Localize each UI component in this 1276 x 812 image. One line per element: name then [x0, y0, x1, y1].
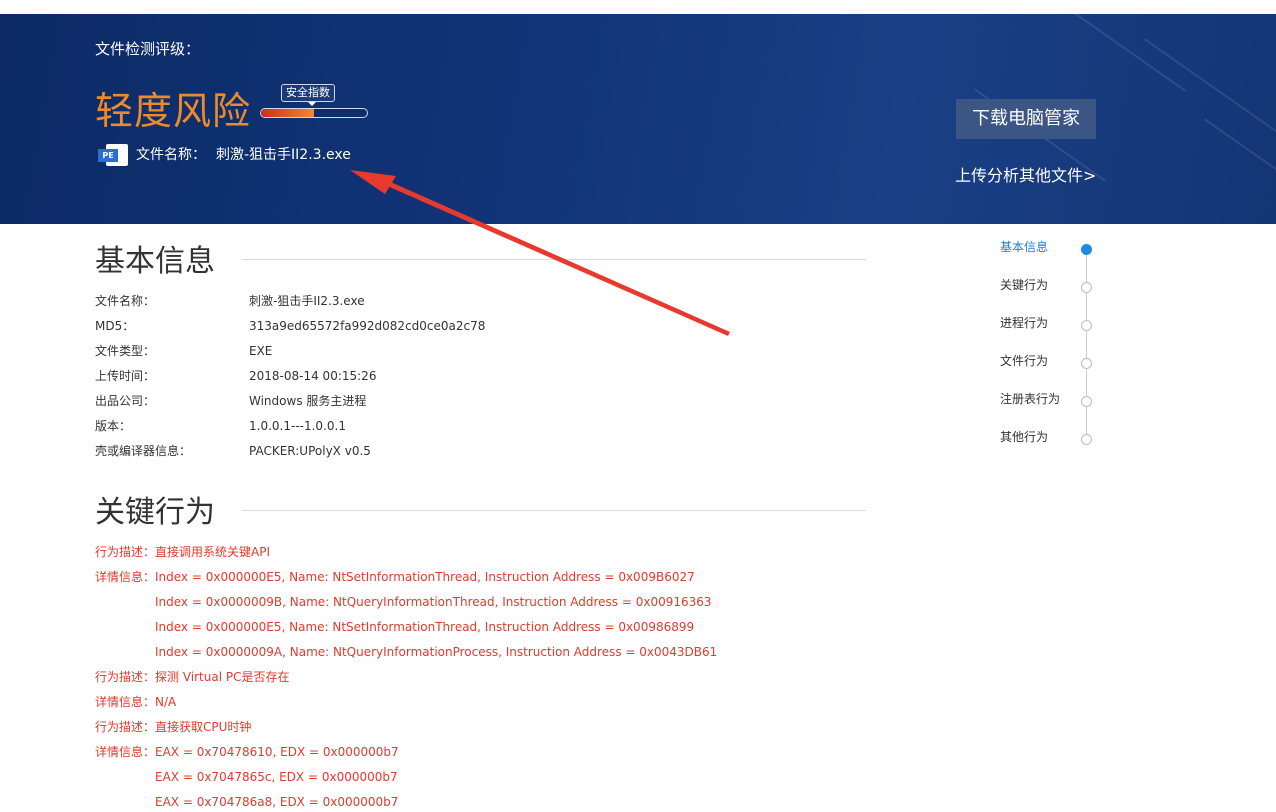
info-key: 文件类型：: [95, 344, 156, 358]
behavior-value: 直接调用系统关键API: [155, 545, 270, 559]
info-value: 313a9ed65572fa992d082cd0ce0a2c78: [249, 319, 486, 333]
nav-timeline: [1086, 250, 1087, 440]
upload-other-file-link[interactable]: 上传分析其他文件>: [955, 162, 1096, 186]
behavior-value: N/A: [155, 695, 177, 709]
behavior-key: 行为描述：: [95, 720, 156, 734]
behavior-value: Index = 0x000000E5, Name: NtSetInformati…: [155, 570, 695, 584]
behavior-value: 直接获取CPU时钟: [155, 720, 252, 734]
nav-dot[interactable]: [1081, 396, 1092, 407]
info-key: 版本：: [95, 419, 132, 433]
behavior-value: EAX = 0x7047865c, EDX = 0x000000b7: [155, 770, 398, 784]
nav-item[interactable]: 注册表行为: [1000, 390, 1060, 407]
behavior-key: 行为描述：: [95, 545, 156, 559]
info-key: 上传时间：: [95, 369, 156, 383]
behavior-value: 探测 Virtual PC是否存在: [155, 670, 290, 684]
pe-badge: PE: [98, 149, 118, 162]
nav-dot[interactable]: [1081, 282, 1092, 293]
info-value: PACKER:UPolyX v0.5: [249, 444, 371, 458]
info-value: Windows 服务主进程: [249, 394, 367, 408]
nav-dot[interactable]: [1081, 434, 1092, 445]
nav-item[interactable]: 关键行为: [1000, 276, 1048, 293]
key-behavior-title: 关键行为: [95, 495, 215, 530]
nav-item[interactable]: 文件行为: [1000, 352, 1048, 369]
info-key: 出品公司：: [95, 394, 156, 408]
basic-info-title: 基本信息: [95, 244, 215, 279]
info-value: 刺激-狙击手II2.3.exe: [249, 294, 365, 308]
safety-index-tag: 安全指数: [281, 84, 335, 106]
nav-dot[interactable]: [1081, 358, 1092, 369]
behavior-value: EAX = 0x70478610, EDX = 0x000000b7: [155, 745, 399, 759]
behavior-value: Index = 0x0000009B, Name: NtQueryInforma…: [155, 595, 712, 609]
nav-item[interactable]: 基本信息: [1000, 238, 1048, 255]
info-key: 壳或编译器信息：: [95, 444, 192, 458]
info-value: 2018-08-14 00:15:26: [249, 369, 377, 383]
behavior-value: Index = 0x000000E5, Name: NtSetInformati…: [155, 620, 695, 634]
info-value: 1.0.0.1---1.0.0.1: [249, 419, 346, 433]
nav-item[interactable]: 进程行为: [1000, 314, 1048, 331]
behavior-key: 详情信息：: [95, 745, 156, 759]
behavior-key: 详情信息：: [95, 570, 156, 584]
banner-decoration: [1203, 118, 1276, 212]
behavior-key: 行为描述：: [95, 670, 156, 684]
nav-item[interactable]: 其他行为: [1000, 428, 1048, 445]
behavior-key: 详情信息：: [95, 695, 156, 709]
pe-file-icon: PE: [98, 144, 130, 166]
section-divider: [242, 259, 866, 260]
banner-decoration: [1143, 38, 1276, 132]
behavior-value: EAX = 0x704786a8, EDX = 0x000000b7: [155, 795, 399, 809]
risk-level: 轻度风险: [95, 89, 252, 133]
result-banner: 文件检测评级： 轻度风险 安全指数 PE 文件名称： 刺激-狙击手II2.3.ex…: [0, 14, 1276, 224]
nav-dot[interactable]: [1081, 320, 1092, 331]
section-divider: [242, 510, 866, 511]
file-name-label: 文件名称：: [136, 147, 206, 163]
file-name-value: 刺激-狙击手II2.3.exe: [216, 147, 351, 163]
safety-index-bar: [260, 108, 368, 118]
download-pc-manager-button[interactable]: 下载电脑管家: [956, 99, 1096, 139]
info-key: MD5：: [95, 319, 135, 333]
safety-index-fill: [261, 109, 314, 117]
nav-dot[interactable]: [1081, 244, 1092, 255]
rating-label: 文件检测评级：: [95, 40, 201, 58]
info-value: EXE: [249, 344, 273, 358]
info-key: 文件名称：: [95, 294, 156, 308]
behavior-value: Index = 0x0000009A, Name: NtQueryInforma…: [155, 645, 718, 659]
file-name-line: 文件名称： 刺激-狙击手II2.3.exe: [136, 144, 351, 164]
